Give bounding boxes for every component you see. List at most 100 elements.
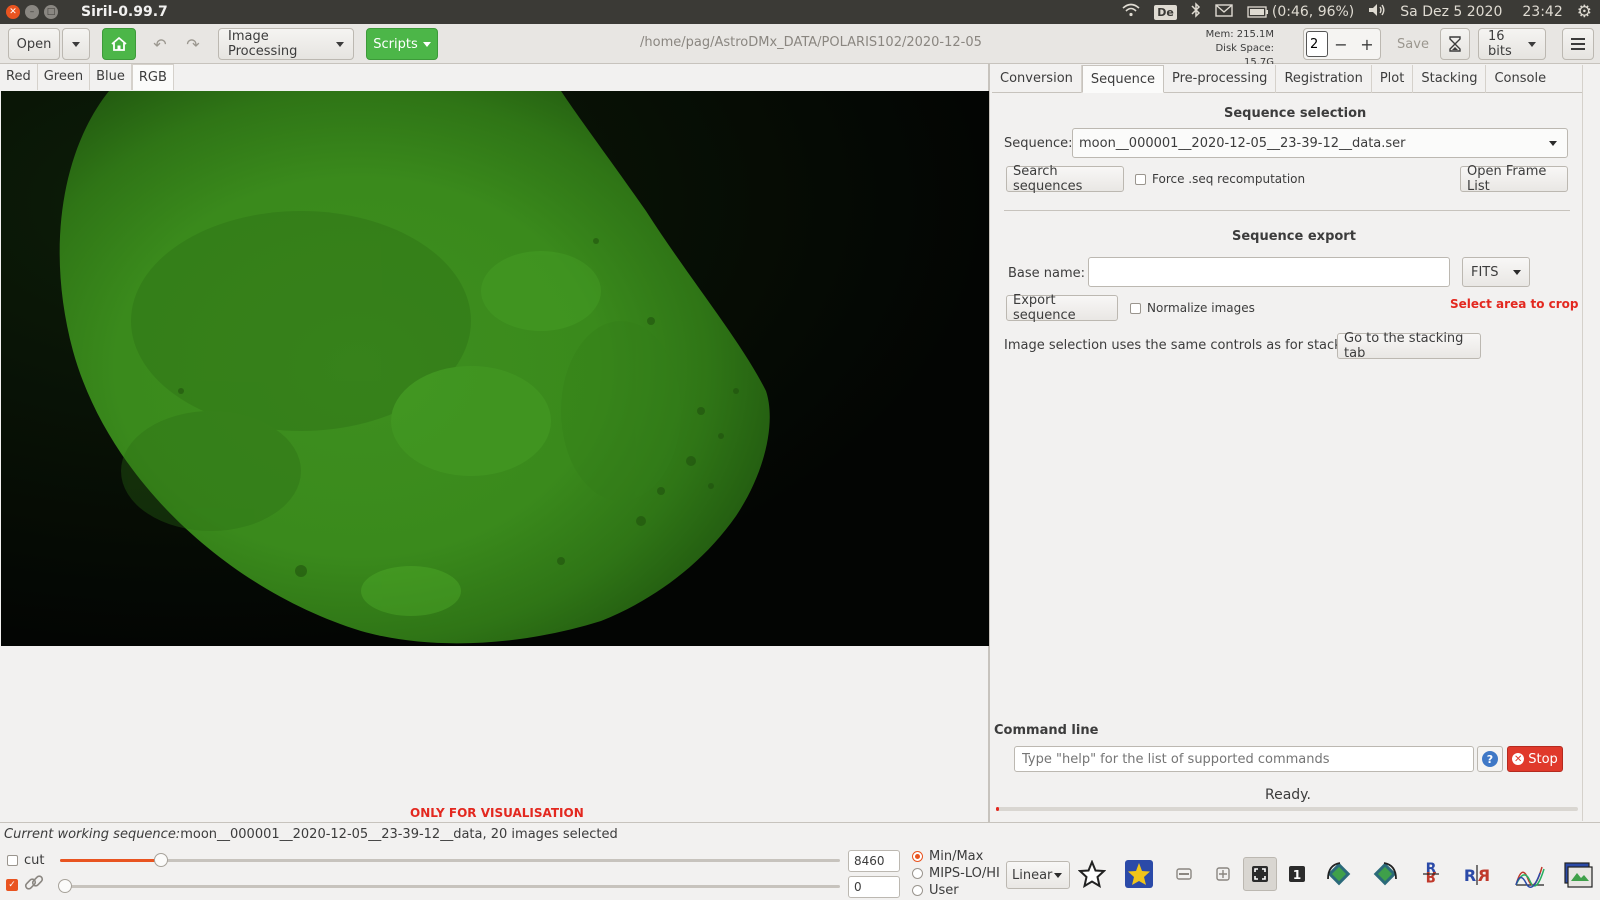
help-button[interactable]: ? <box>1477 746 1503 772</box>
zoom-one-to-one-button[interactable]: 1 <box>1280 857 1314 891</box>
redo-button[interactable]: ↷ <box>179 28 207 60</box>
header-toolbar: Open ↶ ↷ Image Processing Scripts /home/… <box>0 24 1600 68</box>
rotate-right-button[interactable] <box>1368 857 1402 891</box>
tab-stacking[interactable]: Stacking <box>1413 65 1487 93</box>
radio-dot <box>912 868 923 879</box>
high-value-field[interactable]: 8460 <box>848 850 900 872</box>
bluetooth-icon[interactable] <box>1191 2 1201 22</box>
rotate-right-icon <box>1373 862 1397 886</box>
radio-mips-label: MIPS-LO/HI <box>929 866 1000 881</box>
negative-view-button[interactable] <box>1167 857 1201 891</box>
mirror-vertical-button[interactable]: RR <box>1414 857 1448 891</box>
export-format-dropdown[interactable]: FITS <box>1462 257 1530 287</box>
image-info-icon <box>1564 862 1593 888</box>
save-button[interactable]: Save <box>1390 28 1436 60</box>
tab-rgb[interactable]: RGB <box>131 64 174 90</box>
high-slider-handle[interactable] <box>154 853 169 867</box>
low-slider-track[interactable] <box>60 885 840 888</box>
go-to-stacking-tab-button[interactable]: Go to the stacking tab <box>1337 331 1481 361</box>
section-divider <box>1004 210 1570 211</box>
normalize-images-checkbox[interactable]: Normalize images <box>1130 301 1255 315</box>
force-recompute-checkbox[interactable]: Force .seq recomputation <box>1135 172 1305 186</box>
zoom-fit-icon <box>1252 866 1268 882</box>
radio-min-max[interactable]: Min/Max <box>912 849 983 864</box>
star-outline-button[interactable] <box>1075 857 1109 891</box>
tab-red[interactable]: Red <box>0 64 38 90</box>
low-value-field[interactable]: 0 <box>848 876 900 898</box>
stop-button[interactable]: ✕ Stop <box>1507 746 1563 772</box>
svg-text:R: R <box>1464 866 1476 885</box>
sequence-export-title: Sequence export <box>1232 229 1356 244</box>
zoom-fit-button[interactable] <box>1243 857 1277 891</box>
export-format-value: FITS <box>1471 264 1499 280</box>
high-slider-track[interactable] <box>60 859 840 862</box>
time-label[interactable]: 23:42 <box>1522 4 1562 20</box>
battery-icon <box>1247 6 1268 18</box>
checked-checkbox-icon[interactable]: ✓ <box>6 879 18 891</box>
progress-fill <box>996 807 999 811</box>
display-mode-dropdown[interactable]: Linear <box>1006 861 1070 889</box>
histogram-button[interactable] <box>1513 857 1547 891</box>
window-maximize-icon[interactable]: □ <box>44 5 58 19</box>
wifi-icon[interactable] <box>1122 3 1140 21</box>
search-sequences-button[interactable]: Search sequences <box>1006 164 1124 194</box>
threads-spinner: − + <box>1303 28 1381 60</box>
settings-gear-icon[interactable]: ⚙ <box>1577 2 1592 22</box>
sequence-label: Sequence: <box>1004 136 1073 151</box>
increment-icon[interactable]: + <box>1354 35 1380 54</box>
memory-usage: Mem: 215.1M <box>1205 29 1274 40</box>
sequence-dropdown[interactable]: moon__000001__2020-12-05__23-39-12__data… <box>1072 128 1568 158</box>
home-button[interactable] <box>102 28 136 60</box>
base-name-input[interactable] <box>1088 257 1450 287</box>
tab-console[interactable]: Console <box>1486 65 1554 93</box>
mirror-horizontal-button[interactable]: RR <box>1460 857 1494 891</box>
bit-depth-dropdown[interactable]: 16 bits <box>1478 28 1546 60</box>
recent-files-dropdown[interactable] <box>62 28 90 60</box>
mail-icon[interactable] <box>1215 3 1233 21</box>
tab-plot[interactable]: Plot <box>1372 65 1414 93</box>
undo-icon: ↶ <box>153 34 167 54</box>
app-title: Siril-0.99.7 <box>81 4 168 20</box>
image-processing-menu-button[interactable]: Image Processing <box>218 28 354 60</box>
radio-user[interactable]: User <box>912 883 959 898</box>
low-slider-handle[interactable] <box>58 879 72 893</box>
tab-green[interactable]: Green <box>38 64 91 90</box>
open-button[interactable]: Open <box>8 28 60 60</box>
right-panel-scrollbar[interactable] <box>1582 65 1598 821</box>
main-menu-button[interactable] <box>1562 28 1594 60</box>
volume-icon[interactable] <box>1368 3 1386 21</box>
home-icon <box>111 36 127 51</box>
export-sequence-button[interactable]: Export sequence <box>1006 293 1118 323</box>
tab-sequence[interactable]: Sequence <box>1081 65 1165 93</box>
scripts-menu-button[interactable]: Scripts <box>366 28 438 60</box>
keyboard-layout-indicator[interactable]: De <box>1154 4 1177 20</box>
image-viewer[interactable] <box>1 91 989 646</box>
battery-indicator[interactable]: (0:46, 96%) <box>1247 4 1354 20</box>
radio-mips-lo-hi[interactable]: MIPS-LO/HI <box>912 866 1000 881</box>
open-button-label: Open <box>16 36 52 52</box>
rotate-left-button[interactable] <box>1322 857 1356 891</box>
image-information-button[interactable] <box>1561 857 1595 891</box>
current-sequence-info: Current working sequence:moon__000001__2… <box>4 827 618 842</box>
undo-button[interactable]: ↶ <box>146 28 174 60</box>
star-colored-button[interactable] <box>1122 857 1156 891</box>
svg-text:1: 1 <box>1293 868 1301 882</box>
threads-input[interactable] <box>1306 31 1328 57</box>
date-label[interactable]: Sa Dez 5 2020 <box>1400 4 1502 20</box>
window-minimize-icon[interactable]: – <box>25 5 39 19</box>
status-message: Ready. <box>1265 787 1311 803</box>
false-color-button[interactable] <box>1206 857 1240 891</box>
command-line-input[interactable] <box>1014 746 1474 772</box>
tab-pre-processing[interactable]: Pre-processing <box>1164 65 1277 93</box>
moon-image <box>1 91 989 646</box>
link-icon[interactable] <box>22 871 46 899</box>
cut-checkbox[interactable]: cut <box>7 853 44 868</box>
window-close-icon[interactable]: ✕ <box>6 5 20 19</box>
open-frame-list-button[interactable]: Open Frame List <box>1460 164 1568 194</box>
tab-registration[interactable]: Registration <box>1276 65 1372 93</box>
decrement-icon[interactable]: − <box>1328 35 1354 54</box>
checkbox-box <box>1135 173 1146 185</box>
tab-blue[interactable]: Blue <box>90 64 132 90</box>
tab-conversion[interactable]: Conversion <box>992 65 1082 93</box>
save-as-button[interactable] <box>1440 28 1470 60</box>
